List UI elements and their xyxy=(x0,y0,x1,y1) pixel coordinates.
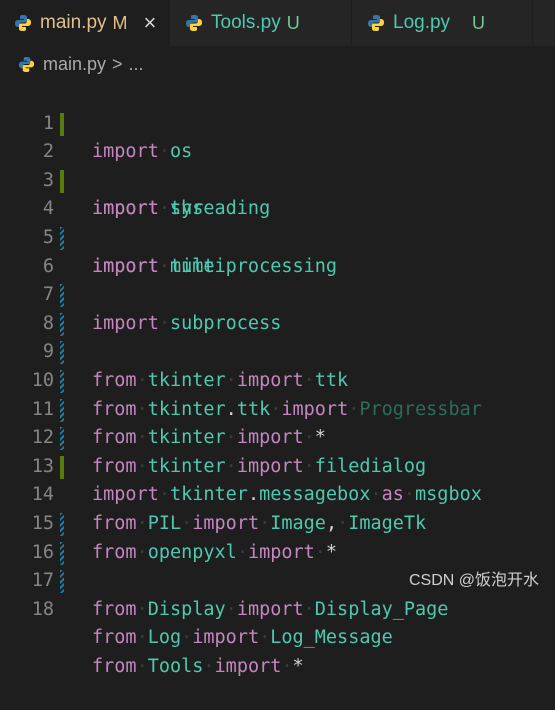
code-line: 9 from·tkinter.ttk·import·Progressbar xyxy=(0,310,555,420)
modified-gutter-marker xyxy=(60,227,64,250)
python-icon xyxy=(14,14,32,32)
untracked-badge: U xyxy=(286,12,300,33)
tab-label: Log.py xyxy=(393,12,451,33)
code-line: 13 from·PIL·import·Image,·ImageTk xyxy=(0,424,555,534)
python-icon xyxy=(367,14,385,32)
code-line: 10 from·tkinter·import·* xyxy=(0,338,555,448)
close-icon[interactable]: × xyxy=(144,12,157,34)
added-gutter-marker xyxy=(60,112,64,136)
watermark: CSDN @饭泡开水 xyxy=(408,572,539,589)
code-text: from·Log·import·Log_Message xyxy=(92,627,393,649)
tab-label: main.py xyxy=(40,12,107,33)
code-line: 12 import·tkinter.messagebox·as·msgbox xyxy=(0,396,555,505)
breadcrumb-file[interactable]: main.py xyxy=(43,54,106,75)
code-line: 6 import·subprocess xyxy=(0,224,555,334)
untracked-badge: U xyxy=(472,12,486,33)
tab-log-py[interactable]: Log.py U xyxy=(353,0,533,46)
code-line: 2 import·sys xyxy=(0,110,555,219)
code-line: 16 from·Display·import·Display_Page xyxy=(0,510,555,620)
modified-gutter-marker xyxy=(60,541,64,565)
modified-gutter-marker xyxy=(60,341,64,365)
line-number: 18 xyxy=(31,598,54,620)
code-text: from·Display·import·Display_Page xyxy=(92,598,449,620)
code-line: 1 import·os xyxy=(0,81,555,163)
modified-gutter-marker xyxy=(60,513,64,536)
code-editor[interactable]: 1 import·os 2 import·sys 3 import·thread… xyxy=(0,81,555,677)
code-line: 17 from·Log·import·Log_Message xyxy=(0,539,555,648)
modified-gutter-marker xyxy=(60,570,64,594)
tab-tools-py[interactable]: Tools.py U xyxy=(171,0,352,46)
added-gutter-marker xyxy=(60,455,64,479)
modified-gutter-marker xyxy=(60,398,64,422)
modified-gutter-marker xyxy=(60,427,64,451)
modified-badge: M xyxy=(112,12,128,33)
tab-main-py[interactable]: main.py M × xyxy=(0,0,170,46)
code-line: 8 from·tkinter·import·ttk xyxy=(0,281,555,391)
code-line: 5 import·multiprocessing xyxy=(0,195,555,277)
breadcrumb: main.py > ... xyxy=(0,47,555,81)
chevron-right-icon: > xyxy=(112,53,123,74)
code-line: 15 xyxy=(0,481,555,534)
breadcrumb-symbols[interactable]: ... xyxy=(129,54,144,75)
modified-gutter-marker xyxy=(60,370,64,393)
added-gutter-marker xyxy=(60,169,64,193)
python-icon xyxy=(185,14,203,32)
modified-gutter-marker xyxy=(60,284,64,308)
code-line: 11 from·tkinter·import·filedialog xyxy=(0,367,555,477)
modified-gutter-marker xyxy=(60,312,64,336)
python-icon xyxy=(18,56,35,73)
code-line: 3 import·threading xyxy=(0,138,555,220)
code-line: 4 import·time xyxy=(0,167,555,277)
code-text: from·Tools·import·* xyxy=(92,655,304,677)
tab-label: Tools.py xyxy=(211,12,281,33)
code-line: 14 from·openpyxl·import·* xyxy=(0,453,555,563)
editor-tab-bar: main.py M × Tools.py U Log.py U xyxy=(0,0,555,47)
code-line: 7 xyxy=(0,253,555,305)
